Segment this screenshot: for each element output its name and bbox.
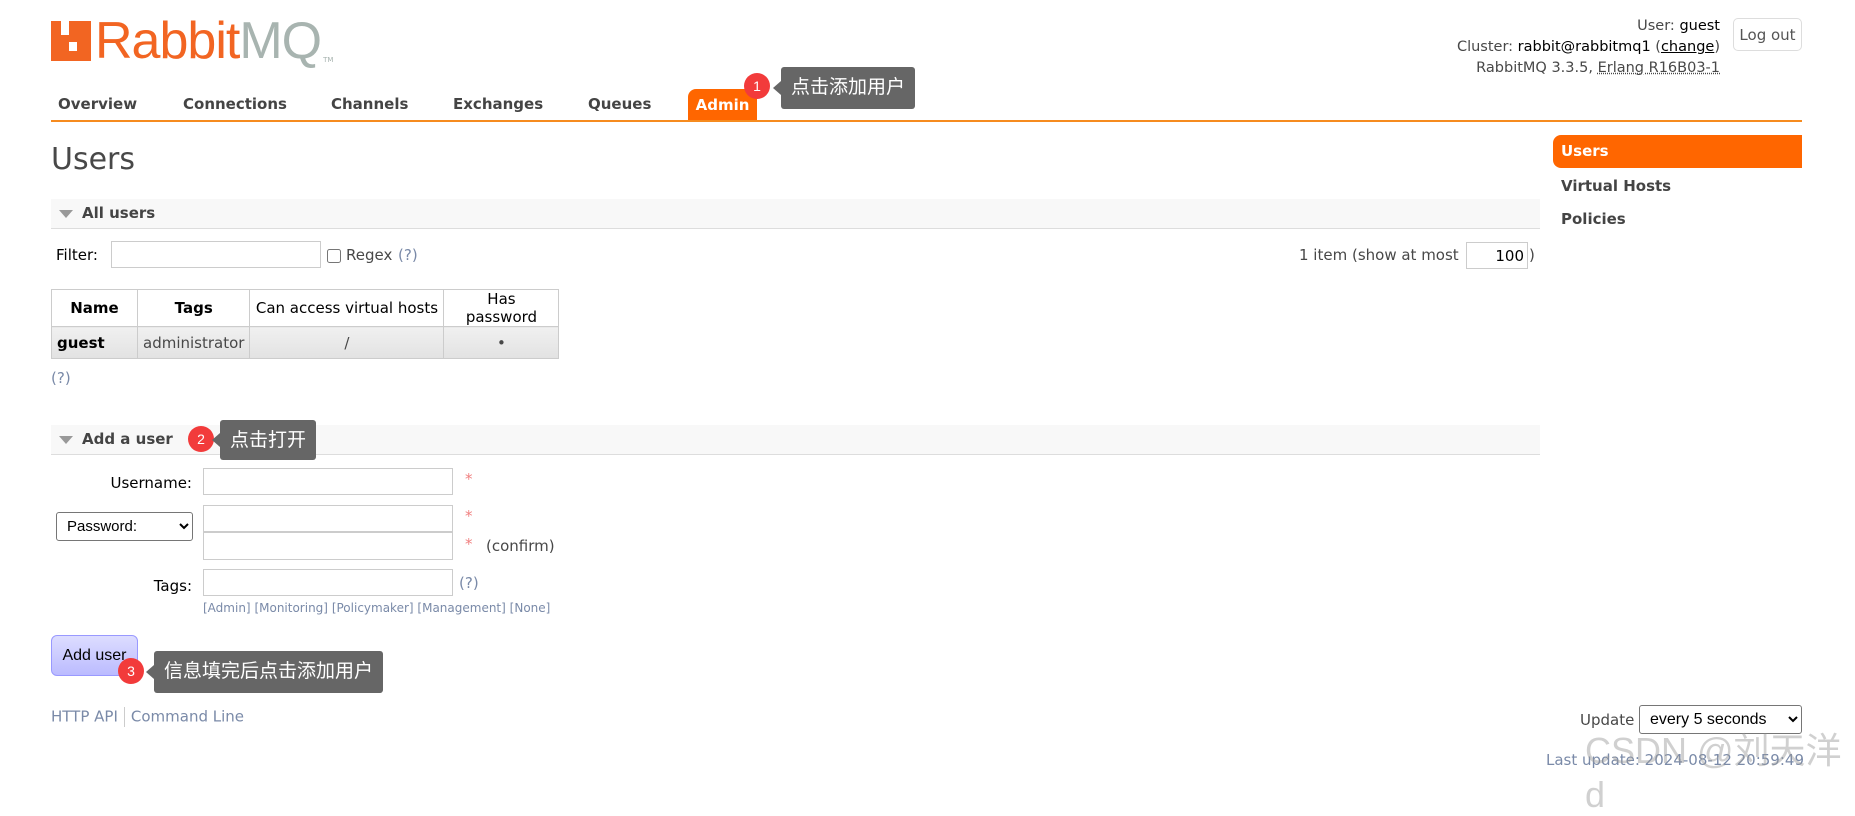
tag-monitoring-link[interactable]: [Monitoring] (254, 601, 328, 615)
column-header-vhosts: Can access virtual hosts (249, 289, 445, 327)
footer-divider (123, 707, 125, 727)
tag-shortcuts: [Admin] [Monitoring] [Policymaker] [Mana… (203, 601, 550, 615)
password-confirm-input[interactable] (203, 532, 453, 560)
tag-none-link[interactable]: [None] (510, 601, 551, 615)
close-paren: ) (1529, 246, 1535, 264)
table-header-row: Name Tags Can access virtual hosts Has p… (51, 289, 560, 327)
table-row[interactable]: guest administrator / • (51, 326, 560, 359)
item-count: 1 item (show at most (1299, 246, 1459, 264)
annotation-tooltip-3: 信息填完后点击添加用户 (145, 651, 384, 693)
column-header-tags: Tags (136, 289, 251, 327)
http-api-link[interactable]: HTTP API (51, 708, 118, 726)
user-name-link[interactable]: guest (51, 326, 138, 359)
regex-checkbox[interactable] (327, 249, 341, 263)
regex-label: Regex (346, 246, 393, 264)
user-info: User: guest (1637, 18, 1720, 34)
csdn-watermark: CSDN @刘天洋d (1585, 730, 1842, 815)
change-cluster-link[interactable]: change (1661, 39, 1714, 55)
regex-help-link[interactable]: (?) (398, 246, 418, 264)
sidebar-item-virtual-hosts[interactable]: Virtual Hosts (1553, 170, 1802, 203)
column-header-name: Name (51, 289, 138, 327)
sidebar-item-policies[interactable]: Policies (1553, 203, 1802, 236)
page-title: Users (51, 142, 136, 177)
confirm-label: (confirm) (486, 537, 555, 555)
tags-help-link[interactable]: (?) (459, 574, 479, 592)
tags-input[interactable] (203, 569, 453, 596)
annotation-tooltip-2: 点击打开 (211, 420, 317, 460)
annotation-badge-3: 3 (118, 658, 144, 684)
tab-channels[interactable]: Channels (331, 95, 408, 113)
password-type-select[interactable]: Password: (56, 512, 193, 541)
tag-policymaker-link[interactable]: [Policymaker] (332, 601, 414, 615)
collapse-triangle-icon (59, 210, 73, 218)
footer-links: HTTP API Command Line (51, 707, 244, 727)
annotation-badge-2: 2 (188, 426, 214, 452)
collapse-triangle-icon (59, 436, 73, 444)
rabbitmq-logo: Rabbit MQ TM (51, 15, 333, 67)
sidebar-item-users[interactable]: Users (1553, 135, 1802, 168)
annotation-tooltip-1: 点击添加用户 (772, 67, 916, 109)
required-marker: * (465, 507, 473, 525)
filter-label: Filter: (56, 246, 98, 264)
users-table: Name Tags Can access virtual hosts Has p… (51, 289, 560, 359)
password-input[interactable] (203, 505, 453, 532)
user-vhosts: / (249, 326, 445, 359)
tab-overview[interactable]: Overview (58, 95, 137, 113)
required-marker: * (465, 470, 473, 488)
annotation-badge-1: 1 (744, 73, 770, 99)
tab-exchanges[interactable]: Exchanges (453, 95, 543, 113)
command-line-link[interactable]: Command Line (131, 708, 244, 726)
user-tags: administrator (136, 326, 251, 359)
username-label: Username: (110, 474, 192, 492)
tags-label: Tags: (153, 577, 192, 595)
tag-management-link[interactable]: [Management] (417, 601, 505, 615)
rabbit-logo-icon (51, 21, 91, 61)
filter-input[interactable] (111, 241, 321, 268)
user-has-password: • (443, 326, 560, 359)
version-info: RabbitMQ 3.3.5, Erlang R16B03-1 (1476, 60, 1720, 76)
tag-admin-link[interactable]: [Admin] (203, 601, 251, 615)
nav-divider (51, 120, 1802, 122)
tab-queues[interactable]: Queues (588, 95, 651, 113)
required-marker: * (465, 535, 473, 553)
max-items-input[interactable] (1466, 242, 1528, 269)
cluster-info: Cluster: rabbit@rabbitmq1 (change) (1456, 39, 1720, 55)
column-header-password: Has password (443, 289, 560, 327)
erlang-version: Erlang R16B03-1 (1597, 60, 1720, 76)
table-help-link[interactable]: (?) (51, 369, 71, 387)
all-users-section-header[interactable]: All users (51, 199, 1540, 229)
logout-button[interactable]: Log out (1733, 18, 1802, 51)
username-input[interactable] (203, 468, 453, 495)
tab-connections[interactable]: Connections (183, 95, 287, 113)
